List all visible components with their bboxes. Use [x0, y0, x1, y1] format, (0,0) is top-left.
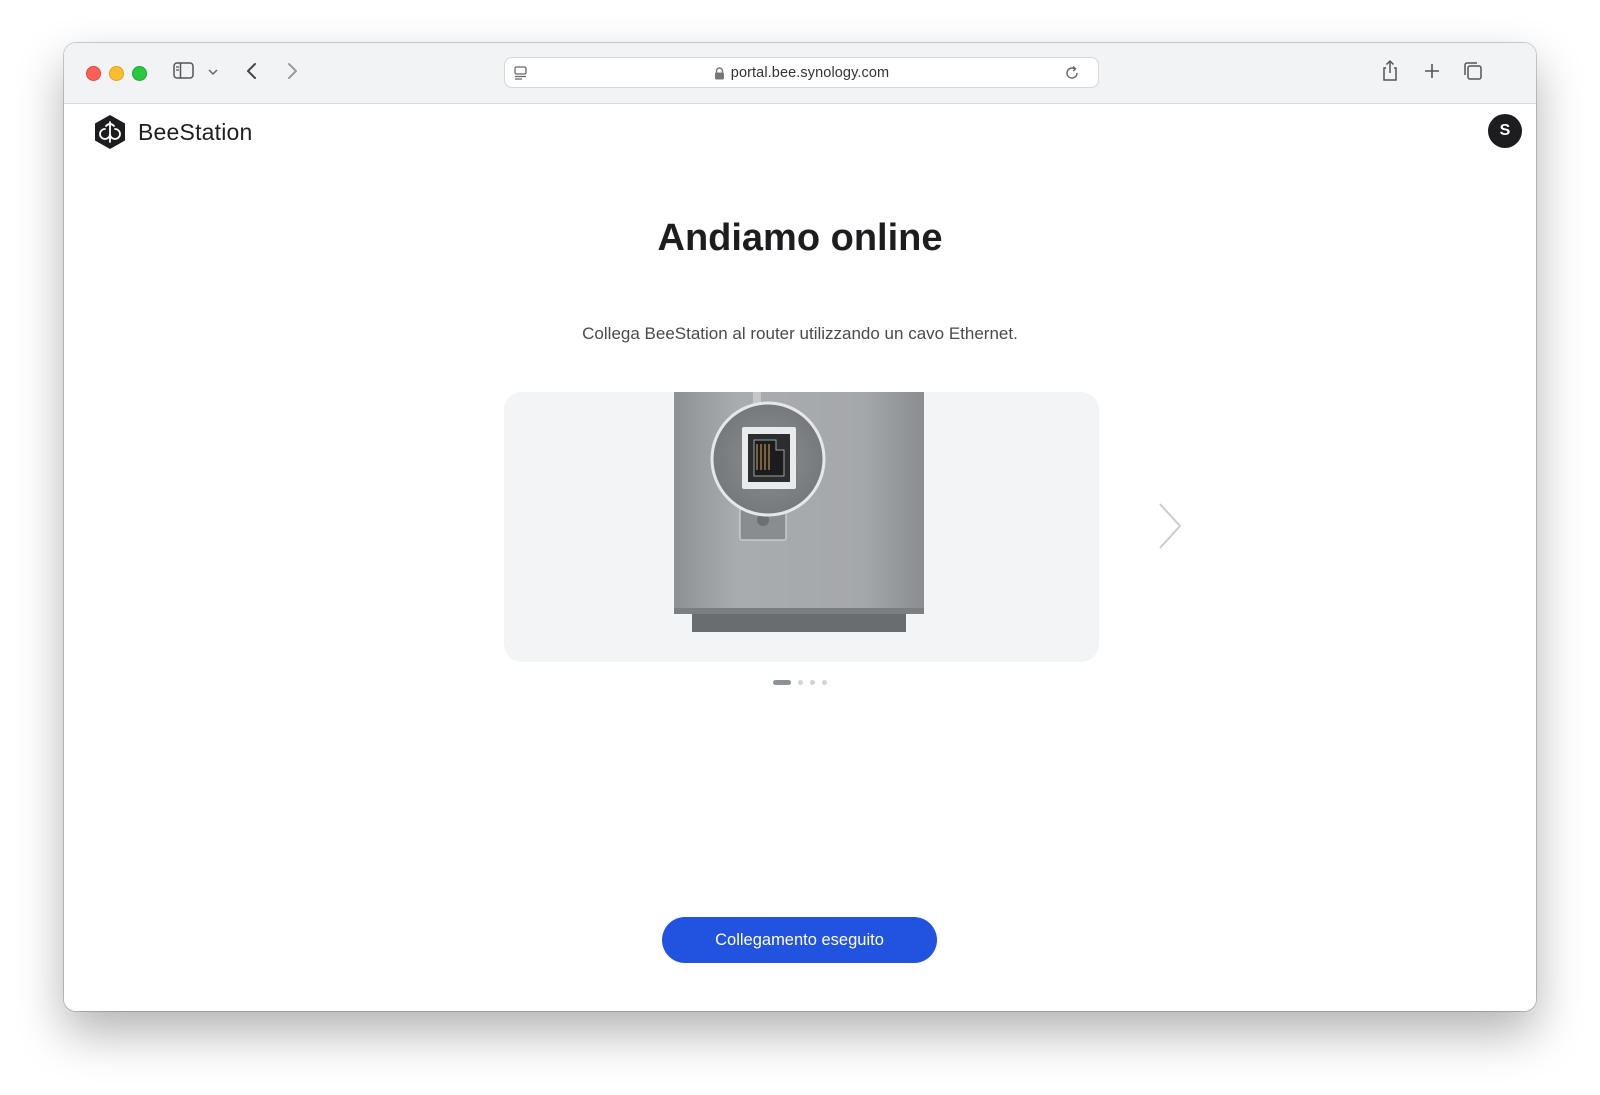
setup-carousel [504, 392, 1099, 662]
connection-done-button[interactable]: Collegamento eseguito [662, 917, 937, 963]
address-bar[interactable]: portal.bee.synology.com [504, 57, 1099, 88]
browser-window: portal.bee.synology.com BeeStation S And… [64, 43, 1536, 1011]
brand[interactable]: BeeStation [92, 114, 253, 150]
beestation-logo-icon [95, 115, 125, 149]
back-icon[interactable] [244, 61, 260, 81]
brand-name: BeeStation [138, 118, 253, 145]
plus-icon[interactable] [1422, 61, 1442, 81]
address-bar-content: portal.bee.synology.com [505, 65, 1098, 84]
carousel-dot[interactable] [773, 680, 791, 685]
browser-toolbar: portal.bee.synology.com [64, 43, 1536, 104]
lock-icon [714, 66, 724, 79]
carousel-dot[interactable] [798, 680, 803, 685]
page-title: Andiamo online [657, 217, 943, 259]
tabs-icon[interactable] [1462, 60, 1484, 82]
forward-icon[interactable] [284, 61, 300, 81]
carousel-dot[interactable] [822, 680, 827, 685]
page-content: BeeStation S Andiamo online Collega BeeS… [64, 104, 1536, 1011]
carousel-dot[interactable] [810, 680, 815, 685]
page-subtitle: Collega BeeStation al router utilizzando… [582, 324, 1018, 343]
avatar[interactable]: S [1488, 114, 1522, 148]
reload-icon[interactable] [1064, 65, 1080, 81]
minimize-window-button[interactable] [109, 66, 124, 81]
share-icon[interactable] [1379, 59, 1401, 83]
carousel-next-arrow-icon[interactable] [1154, 501, 1184, 551]
device-ethernet-port-illustration [674, 392, 924, 632]
close-window-button[interactable] [86, 66, 101, 81]
chevron-down-icon[interactable] [207, 67, 219, 77]
url-text: portal.bee.synology.com [730, 65, 890, 81]
zoom-window-button[interactable] [132, 66, 147, 81]
carousel-pagination [64, 680, 1536, 685]
sidebar-icon[interactable] [172, 61, 196, 81]
